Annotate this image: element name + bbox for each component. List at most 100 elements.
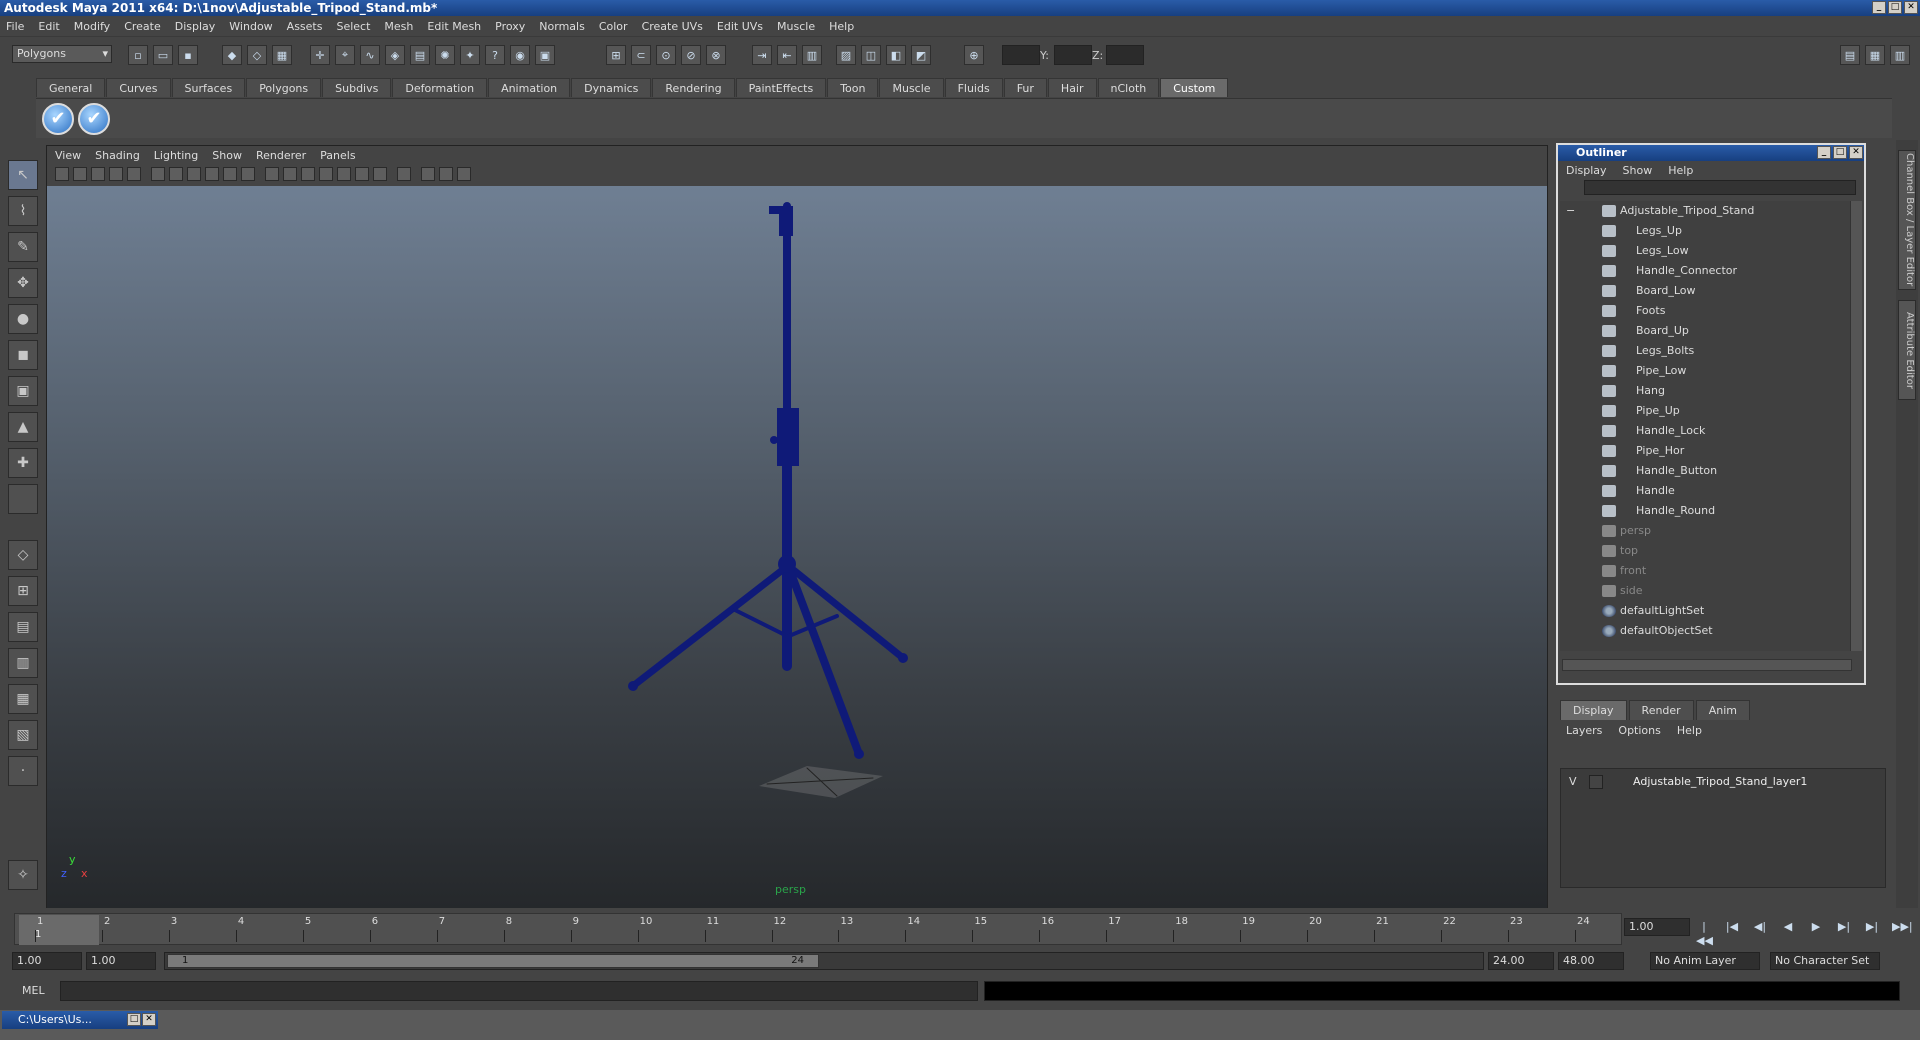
wireframe-on-shaded-icon[interactable] xyxy=(301,167,315,181)
outliner-menu-help[interactable]: Help xyxy=(1668,164,1693,177)
toggle-channel-box-icon[interactable]: ▥ xyxy=(1890,45,1910,65)
select-tool-icon[interactable]: ↖ xyxy=(8,160,38,190)
step-forward-key-button[interactable]: ▶| xyxy=(1864,920,1880,934)
mask-deformations-icon[interactable]: ▤ xyxy=(410,45,430,65)
minimize-button[interactable]: _ xyxy=(1872,1,1886,14)
shelf-tab-custom[interactable]: Custom xyxy=(1160,78,1229,97)
save-scene-icon[interactable]: ▪ xyxy=(178,45,198,65)
hypershade-layout-icon[interactable]: ▦ xyxy=(8,684,38,714)
mel-label[interactable]: MEL xyxy=(22,984,45,997)
highlight-selection-icon[interactable]: ▣ xyxy=(535,45,555,65)
menu-normals[interactable]: Normals xyxy=(539,20,585,33)
taskbar-item-close-button[interactable]: ✕ xyxy=(142,1013,156,1026)
menu-select[interactable]: Select xyxy=(336,20,370,33)
handle-lock[interactable] xyxy=(777,408,799,466)
ipr-render-icon[interactable]: ◧ xyxy=(886,45,906,65)
shelf-tab-general[interactable]: General xyxy=(36,78,106,97)
custom-shelf-check-button-2[interactable]: ✔ xyxy=(78,103,110,135)
new-scene-icon[interactable]: ▫ xyxy=(128,45,148,65)
menu-proxy[interactable]: Proxy xyxy=(495,20,525,33)
single-perspective-layout-icon[interactable]: ◇ xyxy=(8,540,38,570)
legs-bolts[interactable] xyxy=(778,555,796,573)
shelf-tab-deformation[interactable]: Deformation xyxy=(392,78,488,97)
menu-color[interactable]: Color xyxy=(599,20,628,33)
shelf-tab-painteffects[interactable]: PaintEffects xyxy=(735,78,827,97)
outliner-item-root[interactable]: − Adjustable_Tripod_Stand xyxy=(1560,201,1850,221)
image-plane-icon[interactable] xyxy=(109,167,123,181)
textured-icon[interactable] xyxy=(319,167,333,181)
mask-curves-icon[interactable]: ∿ xyxy=(360,45,380,65)
perspective-viewport[interactable]: View Shading Lighting Show Renderer Pane… xyxy=(46,145,1548,908)
layer-tab-render[interactable]: Render xyxy=(1628,700,1694,720)
outliner-item-handle-connector[interactable]: Handle_Connector xyxy=(1560,261,1850,281)
shelf-tab-rendering[interactable]: Rendering xyxy=(652,78,735,97)
current-time-field[interactable]: 1.00 xyxy=(1624,918,1690,936)
step-back-frame-button[interactable]: ◀| xyxy=(1752,920,1768,934)
select-object-icon[interactable]: ◇ xyxy=(247,45,267,65)
tab-attribute-editor[interactable]: Attribute Editor xyxy=(1898,300,1916,400)
layer-visibility-toggle[interactable]: V xyxy=(1569,773,1577,791)
outliner-item-handle[interactable]: Handle xyxy=(1560,481,1850,501)
outliner-maximize-button[interactable]: □ xyxy=(1833,146,1847,159)
ambient-occlusion-icon[interactable] xyxy=(373,167,387,181)
shelf-tab-fluids[interactable]: Fluids xyxy=(944,78,1003,97)
shelf-tab-animation[interactable]: Animation xyxy=(488,78,571,97)
time-slider[interactable]: 1 1 2 3 4 5 6 7 8 9 10 11 12 13 14 15 16 17 18 19 20 21 22 23 2… xyxy=(14,913,1622,945)
handle-connector[interactable] xyxy=(779,214,793,236)
field-chart-icon[interactable] xyxy=(223,167,237,181)
shelf-tab-fur[interactable]: Fur xyxy=(1003,78,1047,97)
persp-graph-hypergraph-layout-icon[interactable]: ▧ xyxy=(8,720,38,750)
outliner-item-hang[interactable]: Hang xyxy=(1560,381,1850,401)
play-forwards-button[interactable]: ▶ xyxy=(1808,920,1824,934)
render-settings-icon[interactable]: ◩ xyxy=(911,45,931,65)
shelf-tab-ncloth[interactable]: nCloth xyxy=(1097,78,1160,97)
select-hierarchy-icon[interactable]: ◆ xyxy=(222,45,242,65)
menu-file[interactable]: File xyxy=(6,20,24,33)
outliner-item-legs-up[interactable]: Legs_Up xyxy=(1560,221,1850,241)
layer-row[interactable]: V Adjustable_Tripod_Stand_layer1 xyxy=(1561,773,1885,791)
outliner-item-handle-lock[interactable]: Handle_Lock xyxy=(1560,421,1850,441)
layer-menu-help[interactable]: Help xyxy=(1677,724,1702,737)
render-view-icon[interactable]: ▨ xyxy=(836,45,856,65)
taskbar-item[interactable]: C:\Users\Us... □ ✕ xyxy=(2,1011,158,1029)
taskbar-item-restore-button[interactable]: □ xyxy=(127,1013,141,1026)
foots[interactable] xyxy=(628,681,638,691)
shelf-tab-polygons[interactable]: Polygons xyxy=(246,78,322,97)
step-forward-frame-button[interactable]: ▶| xyxy=(1836,920,1852,934)
handle-button[interactable] xyxy=(770,436,778,444)
play-backwards-button[interactable]: ◀ xyxy=(1780,920,1796,934)
outliner-item-handle-round[interactable]: Handle_Round xyxy=(1560,501,1850,521)
wireframe-icon[interactable] xyxy=(265,167,279,181)
maximize-button[interactable]: □ xyxy=(1888,1,1902,14)
tab-channel-box-layer-editor[interactable]: Channel Box / Layer Editor xyxy=(1898,150,1916,290)
menu-edit-uvs[interactable]: Edit UVs xyxy=(717,20,763,33)
menu-modify[interactable]: Modify xyxy=(74,20,110,33)
viewport-menu-show[interactable]: Show xyxy=(212,149,242,162)
range-slider[interactable]: 1 24 xyxy=(164,952,1484,970)
outliner-item-defaultobjectset[interactable]: defaultObjectSet xyxy=(1560,621,1850,641)
layer-list[interactable]: V Adjustable_Tripod_Stand_layer1 xyxy=(1560,768,1886,888)
soft-mod-tool-icon[interactable]: ▲ xyxy=(8,412,38,442)
xray-icon[interactable] xyxy=(421,167,435,181)
outliner-close-button[interactable]: ✕ xyxy=(1849,146,1863,159)
paint-select-tool-icon[interactable]: ✎ xyxy=(8,232,38,262)
viewport-menu-lighting[interactable]: Lighting xyxy=(154,149,198,162)
start-time-field[interactable]: 1.00 xyxy=(12,952,82,970)
end-time-field[interactable]: 48.00 xyxy=(1558,952,1624,970)
snap-grid-icon[interactable]: ⊞ xyxy=(606,45,626,65)
outliner-item-camera-top[interactable]: top xyxy=(1560,541,1850,561)
playback-start-field[interactable]: 1.00 xyxy=(86,952,156,970)
render-frame-icon[interactable]: ◫ xyxy=(861,45,881,65)
current-frame-marker[interactable]: 1 xyxy=(19,915,99,945)
smooth-shade-icon[interactable] xyxy=(283,167,297,181)
outliner-vertical-scrollbar[interactable] xyxy=(1850,201,1862,651)
camera-attributes-icon[interactable] xyxy=(73,167,87,181)
outliner-menu-display[interactable]: Display xyxy=(1566,164,1607,177)
select-component-icon[interactable]: ▦ xyxy=(272,45,292,65)
shelf-tab-muscle[interactable]: Muscle xyxy=(879,78,944,97)
foots[interactable] xyxy=(898,653,908,663)
outliner-item-pipe-up[interactable]: Pipe_Up xyxy=(1560,401,1850,421)
mask-joints-icon[interactable]: ⌖ xyxy=(335,45,355,65)
anim-layer-select[interactable]: No Anim Layer xyxy=(1650,952,1760,970)
mask-rendering-icon[interactable]: ✦ xyxy=(460,45,480,65)
